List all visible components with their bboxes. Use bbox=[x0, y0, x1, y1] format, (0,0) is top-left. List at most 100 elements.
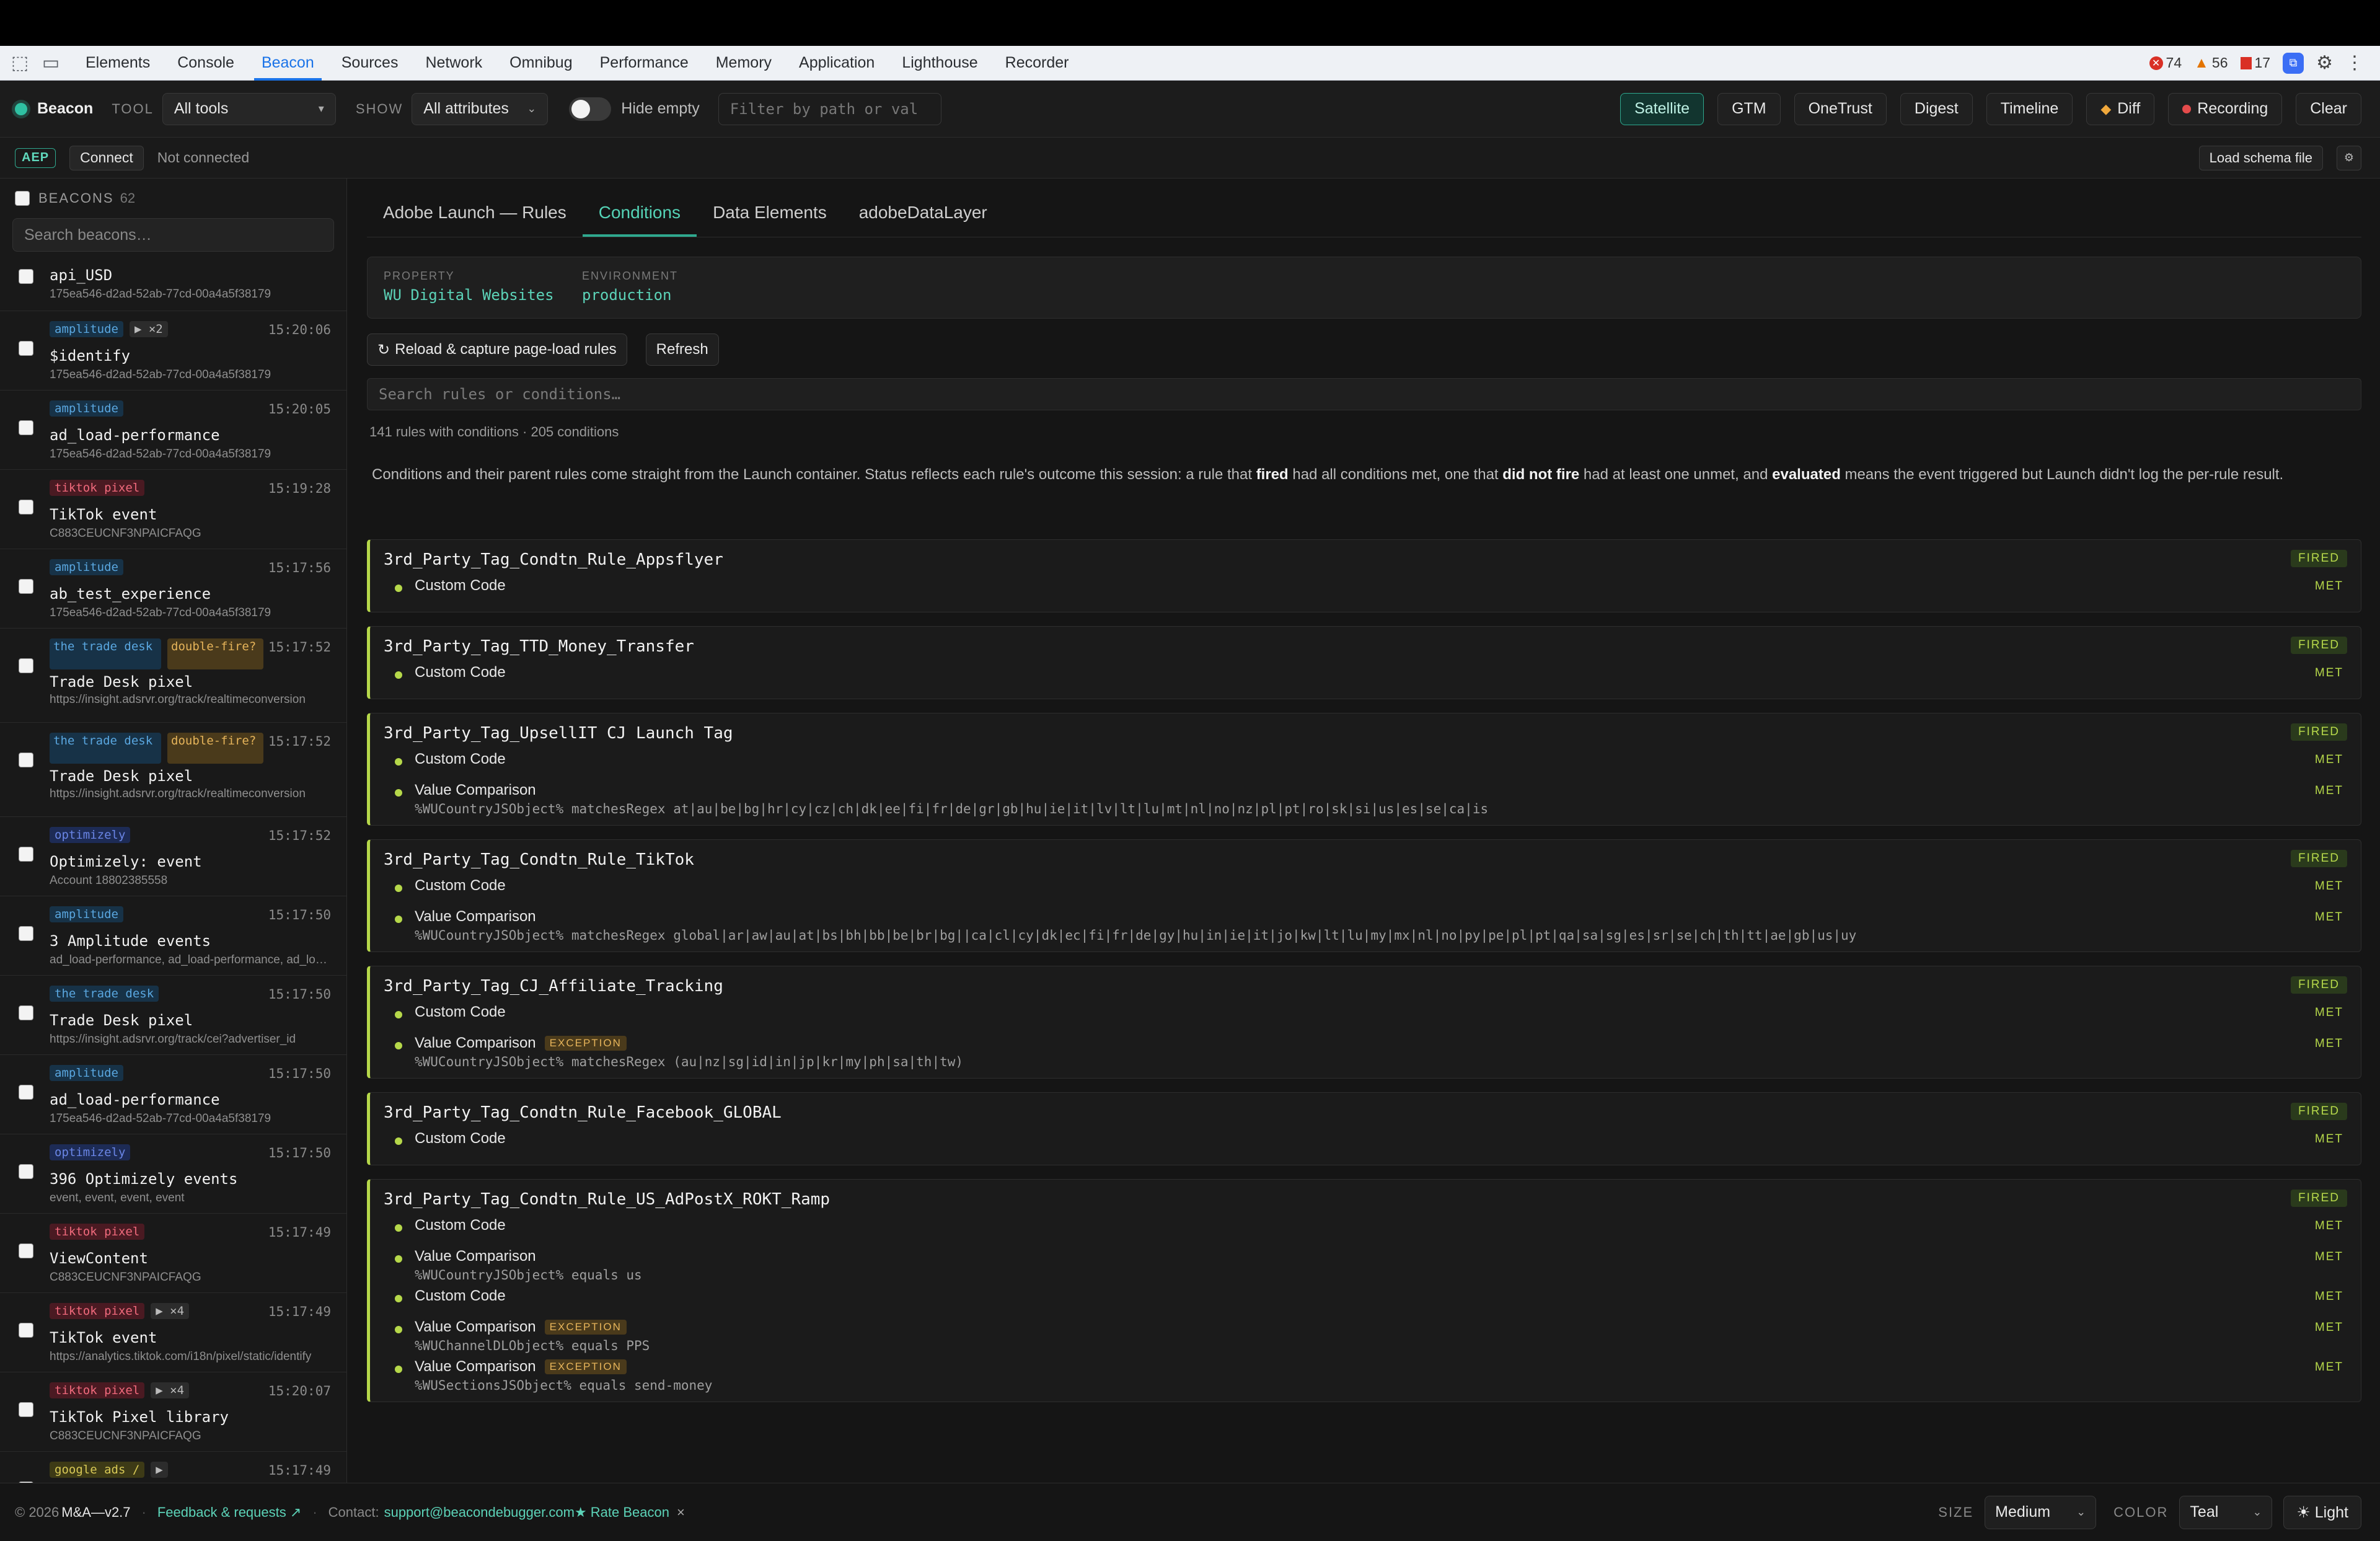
devtools-tab-console[interactable]: Console bbox=[164, 46, 248, 81]
beacon-name: TikTok event bbox=[50, 506, 157, 523]
toolbar-actions: Satellite GTM OneTrust Digest Timeline ◆… bbox=[1620, 92, 2380, 125]
beacon-row[interactable]: api_USD 175ea546-d2ad-52ab-77cd-00a4a5f38… bbox=[0, 267, 346, 311]
beacon-row[interactable]: google ads / ▶ 15:17:49 bbox=[0, 1452, 346, 1483]
footer: © 2026 M&A—v2.7 · Feedback & requests ↗ … bbox=[0, 1483, 2380, 1541]
filter-input[interactable]: Filter by path or val bbox=[718, 92, 941, 125]
beacon-row[interactable]: the trade desk double-fire? 15:17:52 Trade … bbox=[0, 629, 346, 723]
devtools-tab-lighthouse[interactable]: Lighthouse bbox=[888, 46, 991, 81]
extension-icon[interactable]: ⧉ bbox=[2283, 52, 2304, 74]
show-select[interactable]: All attributes ⌄ bbox=[412, 92, 549, 125]
color-select[interactable]: Teal ⌄ bbox=[2179, 1495, 2273, 1529]
beacon-checkbox[interactable] bbox=[19, 1243, 33, 1258]
condition-row: Custom Code MET bbox=[370, 1125, 2361, 1156]
beacon-checkbox[interactable] bbox=[19, 269, 33, 284]
rule-card[interactable]: 3rd_Party_Tag_TTD_Money_Transfer FIRED Cus… bbox=[367, 626, 2361, 699]
beacon-checkbox[interactable] bbox=[19, 341, 33, 356]
beacon-checkbox[interactable] bbox=[19, 926, 33, 941]
beacon-row[interactable]: amplitude ▶ ×2 15:20:06 $identify 175ea546-d… bbox=[0, 311, 346, 391]
beacon-row[interactable]: tiktok pixel 15:19:28 TikTok event C883CEUC… bbox=[0, 470, 346, 549]
double-fire-tag: double-fire? bbox=[167, 638, 263, 669]
refresh-button[interactable]: Refresh bbox=[645, 333, 719, 366]
devtools-tab-elements[interactable]: Elements bbox=[72, 46, 164, 81]
issue-count[interactable]: 17 bbox=[2240, 55, 2270, 71]
beacon-row[interactable]: optimizely 15:17:52 Optimizely: event Accou… bbox=[0, 817, 346, 896]
tab-0[interactable]: Adobe Launch — Rules bbox=[367, 188, 583, 237]
beacon-checkbox[interactable] bbox=[19, 1005, 33, 1020]
beacon-search-input[interactable]: Search beacons… bbox=[12, 218, 334, 252]
beacon-checkbox[interactable] bbox=[19, 1323, 33, 1338]
beacon-row[interactable]: the trade desk double-fire? 15:17:52 Trade … bbox=[0, 723, 346, 817]
rule-card[interactable]: 3rd_Party_Tag_Condtn_Rule_US_AdPostX_ROK… bbox=[367, 1179, 2361, 1402]
onetrust-button[interactable]: OneTrust bbox=[1794, 92, 1887, 125]
size-select[interactable]: Medium ⌄ bbox=[1985, 1495, 2097, 1529]
beacon-row[interactable]: tiktok pixel ▶ ×4 15:20:07 TikTok Pixel lib… bbox=[0, 1372, 346, 1452]
rule-card[interactable]: 3rd_Party_Tag_Condtn_Rule_TikTok FIRED Cus… bbox=[367, 839, 2361, 952]
hide-empty-toggle[interactable] bbox=[569, 97, 612, 121]
theme-toggle-button[interactable]: ☀ Light bbox=[2283, 1495, 2361, 1529]
status-dot-icon bbox=[395, 789, 402, 797]
beacon-row[interactable]: amplitude 15:17:50 3 Amplitude events ad_lo… bbox=[0, 896, 346, 976]
rule-card[interactable]: 3rd_Party_Tag_CJ_Affiliate_Tracking FIRED… bbox=[367, 966, 2361, 1079]
beacon-row[interactable]: tiktok pixel 15:17:49 ViewContent C883CEUCN… bbox=[0, 1214, 346, 1293]
select-all-checkbox[interactable] bbox=[15, 191, 30, 206]
load-schema-button[interactable]: Load schema file bbox=[2198, 145, 2323, 170]
clear-button[interactable]: Clear bbox=[2296, 92, 2361, 125]
beacon-checkbox[interactable] bbox=[19, 753, 33, 767]
tab-3[interactable]: adobeDataLayer bbox=[843, 188, 1003, 237]
beacon-row[interactable]: optimizely 15:17:50 396 Optimizely events e… bbox=[0, 1134, 346, 1214]
reload-capture-button[interactable]: ↻ Reload & capture page-load rules bbox=[367, 333, 627, 366]
dismiss-rate-icon[interactable]: × bbox=[677, 1504, 685, 1521]
beacon-checkbox[interactable] bbox=[19, 500, 33, 514]
timeline-button[interactable]: Timeline bbox=[1986, 92, 2073, 125]
vendor-tag: the trade desk bbox=[50, 733, 161, 764]
contact-email-link[interactable]: support@beacondebugger.com bbox=[384, 1504, 575, 1521]
devtools-tab-network[interactable]: Network bbox=[412, 46, 496, 81]
beacon-row[interactable]: amplitude 15:17:56 ab_test_experience 175ea… bbox=[0, 549, 346, 629]
error-count[interactable]: ✕ 74 bbox=[2149, 55, 2182, 71]
beacon-checkbox[interactable] bbox=[19, 420, 33, 435]
warning-count[interactable]: ▲ 56 bbox=[2194, 55, 2228, 72]
tab-1[interactable]: Conditions bbox=[582, 188, 697, 237]
aep-settings-icon[interactable]: ⚙ bbox=[2337, 145, 2361, 170]
recording-button[interactable]: Recording bbox=[2168, 92, 2283, 125]
beacon-row[interactable]: amplitude 15:17:50 ad_load-performance 175e… bbox=[0, 1055, 346, 1134]
rules-search-input[interactable]: Search rules or conditions… bbox=[367, 378, 2361, 410]
devtools-tab-application[interactable]: Application bbox=[785, 46, 888, 81]
devtools-tab-beacon[interactable]: Beacon bbox=[248, 46, 328, 81]
beacon-checkbox[interactable] bbox=[19, 658, 33, 673]
beacon-detail: 175ea546-d2ad-52ab-77cd-00a4a5f38179 bbox=[50, 368, 271, 381]
beacon-checkbox[interactable] bbox=[19, 847, 33, 862]
digest-button[interactable]: Digest bbox=[1900, 92, 1973, 125]
beacon-row[interactable]: tiktok pixel ▶ ×4 15:17:49 TikTok event http… bbox=[0, 1293, 346, 1372]
diff-button[interactable]: ◆ Diff bbox=[2086, 92, 2155, 125]
more-menu-icon[interactable]: ⋮ bbox=[2345, 52, 2364, 74]
beacon-time: 15:17:56 bbox=[268, 560, 331, 575]
gtm-button[interactable]: GTM bbox=[1717, 92, 1781, 125]
rule-card[interactable]: 3rd_Party_Tag_UpsellIT CJ Launch Tag FIRE… bbox=[367, 713, 2361, 826]
devtools-tab-memory[interactable]: Memory bbox=[702, 46, 785, 81]
devtools-tab-omnibug[interactable]: Omnibug bbox=[496, 46, 586, 81]
connection-status: Not connected bbox=[157, 149, 250, 166]
rule-card[interactable]: 3rd_Party_Tag_Condtn_Rule_Facebook_GLOBA… bbox=[367, 1092, 2361, 1165]
beacon-row[interactable]: amplitude 15:20:05 ad_load-performance 175e… bbox=[0, 391, 346, 470]
satellite-button[interactable]: Satellite bbox=[1620, 92, 1704, 125]
beacon-checkbox[interactable] bbox=[19, 1085, 33, 1100]
rate-beacon-link[interactable]: ★ Rate Beacon bbox=[575, 1504, 669, 1521]
record-icon bbox=[2182, 104, 2192, 113]
feedback-link[interactable]: Feedback & requests ↗ bbox=[157, 1504, 301, 1521]
tool-select[interactable]: All tools ▾ bbox=[162, 92, 336, 125]
devtools-tab-performance[interactable]: Performance bbox=[586, 46, 702, 81]
tab-2[interactable]: Data Elements bbox=[697, 188, 843, 237]
settings-gear-icon[interactable]: ⚙ bbox=[2316, 52, 2333, 74]
device-toolbar-icon[interactable]: ▭ bbox=[40, 52, 62, 74]
beacon-checkbox[interactable] bbox=[19, 1164, 33, 1179]
inspect-element-icon[interactable]: ⬚ bbox=[9, 52, 31, 74]
met-badge: MET bbox=[2314, 666, 2343, 679]
devtools-tab-sources[interactable]: Sources bbox=[328, 46, 412, 81]
beacon-checkbox[interactable] bbox=[19, 1402, 33, 1417]
devtools-tab-recorder[interactable]: Recorder bbox=[992, 46, 1083, 81]
beacon-checkbox[interactable] bbox=[19, 579, 33, 594]
rule-card[interactable]: 3rd_Party_Tag_Condtn_Rule_Appsflyer FIRED… bbox=[367, 539, 2361, 612]
connect-button[interactable]: Connect bbox=[69, 145, 144, 170]
beacon-row[interactable]: the trade desk 15:17:50 Trade Desk pixel ht… bbox=[0, 976, 346, 1055]
